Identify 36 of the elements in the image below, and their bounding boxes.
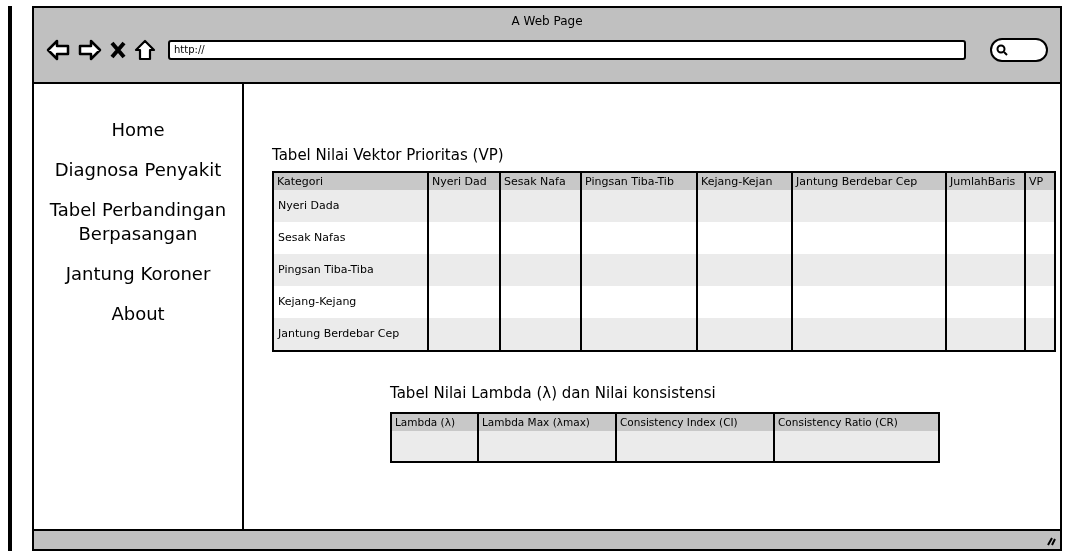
column-header: Consistency Ratio (CR) bbox=[775, 414, 938, 431]
table-cell bbox=[1026, 253, 1054, 286]
column-header: Jantung Berdebar Cep bbox=[793, 172, 945, 190]
forward-icon[interactable] bbox=[78, 39, 102, 61]
table-cell bbox=[429, 317, 499, 350]
home-icon[interactable] bbox=[134, 39, 156, 61]
window-title: A Web Page bbox=[511, 13, 583, 30]
search-icon bbox=[996, 44, 1008, 56]
column-header: VP bbox=[1026, 172, 1054, 190]
table-cell bbox=[429, 253, 499, 286]
column-header: Nyeri Dad bbox=[429, 172, 499, 190]
column-header: Lambda (λ) bbox=[392, 414, 477, 431]
search-field[interactable] bbox=[990, 38, 1048, 62]
table-title: Tabel Nilai Vektor Prioritas (VP) bbox=[272, 145, 505, 166]
table-cell: Nyeri Dada bbox=[274, 189, 427, 222]
table-cell: Jantung Berdebar Cep bbox=[274, 317, 427, 350]
column-header: Pingsan Tiba-Tib bbox=[582, 172, 696, 190]
nav-link[interactable]: Tabel Perbandingan Berpasangan bbox=[34, 196, 242, 248]
table-cell bbox=[1026, 189, 1054, 222]
column-header: Lambda Max (λmax) bbox=[479, 414, 615, 431]
address-field[interactable]: http:// bbox=[168, 40, 966, 60]
column-header: Kategori bbox=[274, 172, 427, 190]
table-cell bbox=[1026, 317, 1054, 350]
back-icon[interactable] bbox=[46, 39, 70, 61]
table-title: Tabel Nilai Lambda (λ) dan Nilai konsistensi bbox=[390, 382, 717, 404]
nav-link[interactable]: Diagnosa Penyakit bbox=[46, 156, 230, 184]
column-header: Kejang-Kejan bbox=[698, 172, 791, 190]
nav-link[interactable]: Jantung Koroner bbox=[57, 260, 219, 288]
table-cell: Pingsan Tiba-Tiba bbox=[274, 253, 427, 286]
nav-link[interactable]: About bbox=[103, 300, 173, 328]
column-header: Sesak Nafa bbox=[501, 172, 580, 190]
table-cell bbox=[429, 189, 499, 222]
close-icon[interactable] bbox=[110, 41, 126, 59]
column-header: Consistency Index (CI) bbox=[617, 414, 773, 431]
nav-link[interactable]: Home bbox=[103, 116, 173, 144]
column-header: JumlahBaris bbox=[947, 172, 1024, 190]
